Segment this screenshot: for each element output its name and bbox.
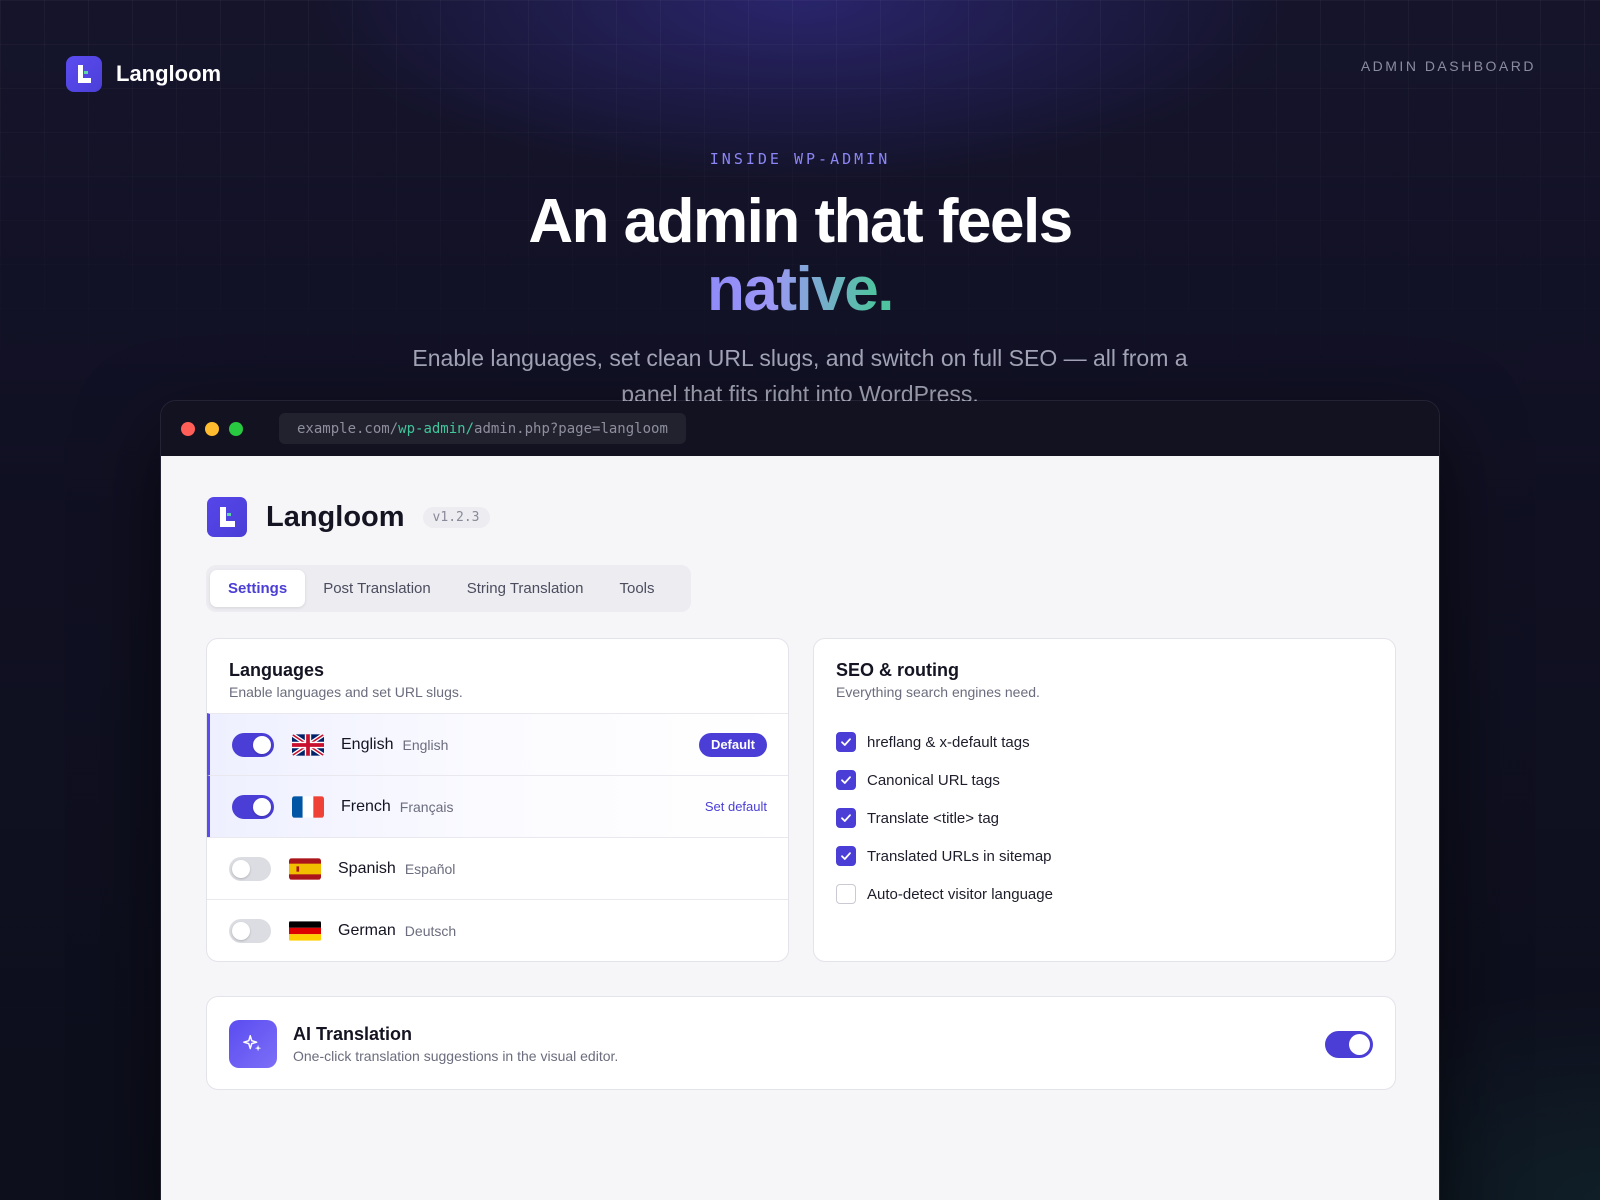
default-badge: Default	[698, 732, 767, 757]
hero-title-accent: native.	[707, 255, 894, 324]
language-name: French	[341, 797, 391, 815]
tab-tools[interactable]: Tools	[601, 570, 672, 607]
ai-subtitle: One-click translation suggestions in the…	[293, 1048, 619, 1064]
seo-options: hreflang & x-default tags Canonical URL …	[836, 723, 1053, 913]
check-icon	[841, 814, 851, 822]
minimize-dot-icon[interactable]	[205, 421, 219, 436]
app-header: Langloom v1.2.3	[207, 497, 490, 537]
french-toggle[interactable]	[232, 794, 274, 819]
language-native-name: English	[402, 736, 449, 753]
language-row-spanish: Spanish Español	[207, 837, 788, 899]
browser-window: example.com/wp-admin/admin.php?page=lang…	[160, 400, 1440, 1200]
english-toggle[interactable]	[232, 732, 274, 757]
admin-dashboard-link[interactable]: ADMIN DASHBOARD	[1361, 58, 1536, 74]
ai-translation-card: AI Translation One-click translation sug…	[206, 996, 1396, 1090]
sitemap-checkbox[interactable]	[836, 846, 856, 866]
languages-subtitle: Enable languages and set URL slugs.	[229, 684, 463, 700]
brand-name[interactable]: Langloom	[116, 61, 221, 87]
seo-title: SEO & routing	[836, 660, 959, 680]
url-domain: example.com/	[297, 420, 399, 437]
seo-option-label: hreflang & x-default tags	[867, 733, 1030, 751]
site-header: Langloom	[66, 56, 221, 92]
language-row-french: French Français Set default	[207, 775, 788, 837]
logo-icon[interactable]	[66, 56, 102, 92]
maximize-dot-icon[interactable]	[229, 421, 243, 436]
spain-flag-icon	[289, 857, 321, 880]
hero-eyebrow: INSIDE WP-ADMIN	[709, 150, 891, 168]
language-row-english: English English Default	[207, 713, 788, 775]
seo-option-sitemap: Translated URLs in sitemap	[836, 837, 1053, 875]
url-rest: admin.php?page=langloom	[474, 420, 668, 437]
seo-option-canonical: Canonical URL tags	[836, 761, 1053, 799]
languages-card: Languages Enable languages and set URL s…	[206, 638, 789, 962]
language-name: German	[338, 921, 396, 939]
spanish-toggle[interactable]	[229, 856, 271, 881]
language-list: English English Default French Français …	[207, 713, 788, 961]
tab-bar: Settings Post Translation String Transla…	[206, 565, 691, 612]
language-native-name: Español	[404, 860, 456, 877]
check-icon	[841, 776, 851, 784]
tab-string-translation[interactable]: String Translation	[449, 570, 602, 607]
seo-option-label: Translate <title> tag	[867, 809, 1000, 827]
seo-option-hreflang: hreflang & x-default tags	[836, 723, 1053, 761]
title-tag-checkbox[interactable]	[836, 808, 856, 828]
hero-title: An admin that feels native.	[0, 188, 1600, 324]
admin-page: Langloom v1.2.3 Settings Post Translatio…	[161, 456, 1439, 1200]
check-icon	[841, 738, 851, 746]
france-flag-icon	[292, 795, 324, 818]
auto-detect-checkbox[interactable]	[836, 884, 856, 904]
ai-title: AI Translation	[293, 1024, 413, 1044]
app-logo-icon	[207, 497, 247, 537]
languages-title: Languages	[229, 660, 325, 680]
tab-post-translation[interactable]: Post Translation	[305, 570, 449, 607]
seo-option-label: Auto-detect visitor language	[867, 885, 1053, 903]
check-icon	[841, 852, 851, 860]
set-default-link[interactable]: Set default	[705, 799, 767, 814]
seo-card: SEO & routing Everything search engines …	[813, 638, 1396, 962]
url-path-highlight: wp-admin/	[398, 420, 475, 437]
seo-option-label: Canonical URL tags	[867, 771, 1000, 789]
tab-settings[interactable]: Settings	[210, 570, 306, 607]
browser-chrome: example.com/wp-admin/admin.php?page=lang…	[161, 401, 1439, 456]
hreflang-checkbox[interactable]	[836, 732, 856, 752]
seo-option-auto-detect: Auto-detect visitor language	[836, 875, 1053, 913]
germany-flag-icon	[289, 920, 321, 942]
close-dot-icon[interactable]	[181, 421, 195, 436]
language-native-name: Deutsch	[404, 922, 457, 939]
language-native-name: Français	[399, 798, 454, 815]
app-title: Langloom	[266, 500, 405, 533]
language-name: English	[341, 735, 394, 753]
address-bar[interactable]: example.com/wp-admin/admin.php?page=lang…	[279, 413, 686, 444]
ai-translation-toggle[interactable]	[1325, 1031, 1373, 1058]
version-badge: v1.2.3	[422, 506, 490, 528]
canonical-checkbox[interactable]	[836, 770, 856, 790]
language-name: Spanish	[338, 859, 396, 877]
sparkle-icon	[229, 1020, 277, 1068]
seo-option-label: Translated URLs in sitemap	[867, 847, 1052, 865]
uk-flag-icon	[292, 733, 324, 756]
language-row-german: German Deutsch	[207, 899, 788, 961]
hero-title-line1: An admin that feels	[528, 187, 1073, 256]
seo-option-title-tag: Translate <title> tag	[836, 799, 1053, 837]
seo-subtitle: Everything search engines need.	[836, 684, 1040, 700]
german-toggle[interactable]	[229, 918, 271, 943]
